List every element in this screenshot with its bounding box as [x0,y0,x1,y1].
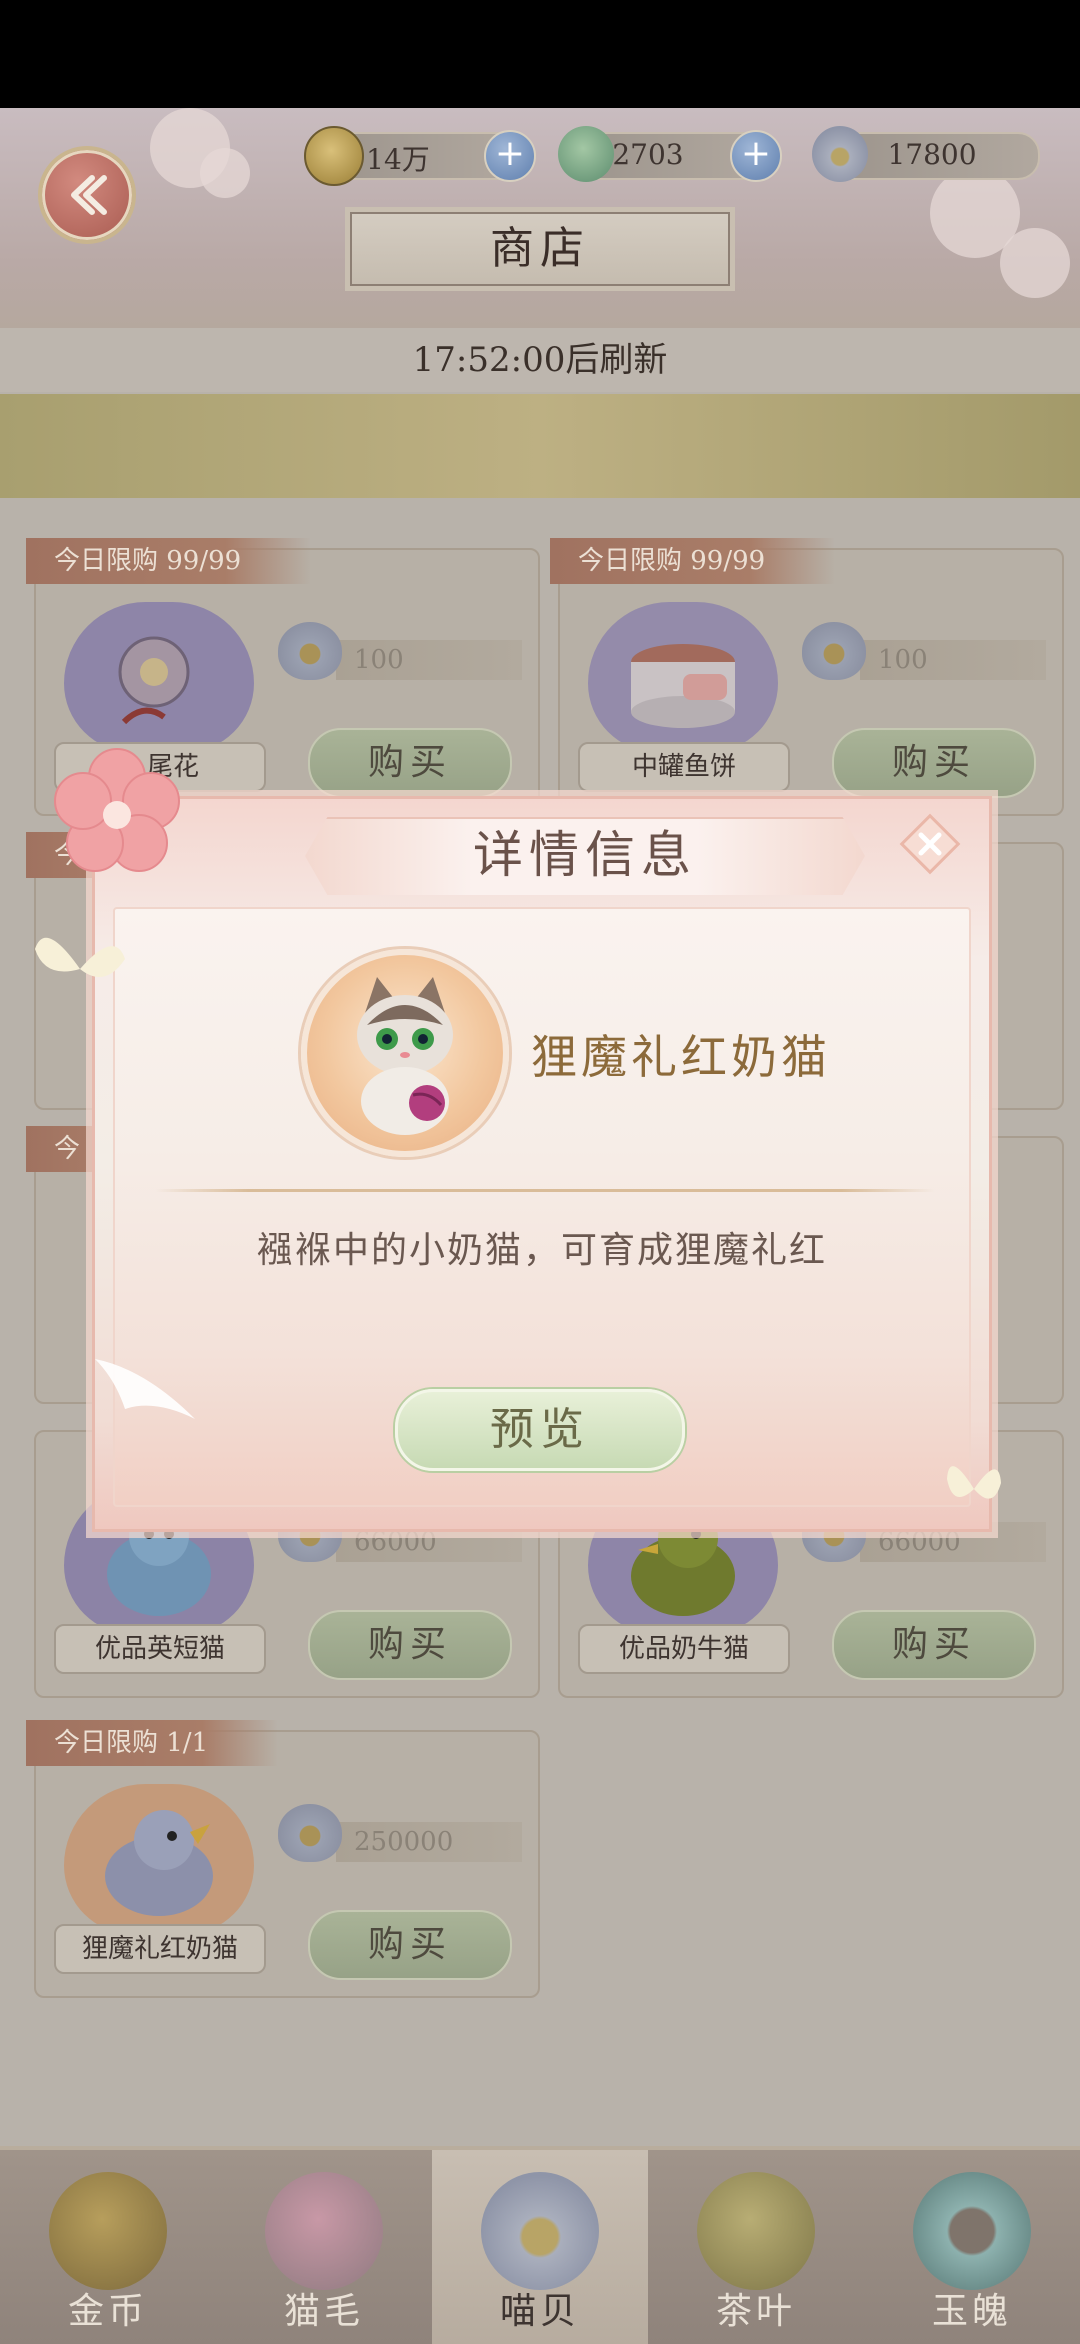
tab-label: 茶叶 [715,2291,796,2332]
currency-shell-value: 17800 [887,138,977,171]
tab-cat-hair[interactable]: 猫毛 [216,2150,432,2344]
buy-button[interactable]: 购买 [308,728,512,798]
paw-coin-icon [49,2172,167,2290]
back-button[interactable] [38,146,136,244]
shop-header: 14万 + 2703 + 17800 商店 [0,108,1080,328]
tab-label: 金币 [67,2291,148,2332]
back-arrow-icon [71,175,107,215]
tab-gold[interactable]: 金币 [0,2150,216,2344]
tab-tea[interactable]: 茶叶 [648,2150,864,2344]
hairpin-icon [118,636,190,725]
currency-cat-hair-value: 2703 [612,138,684,171]
purchase-limit-tag: 今日限购 99/99 [26,538,312,584]
cat-hair-icon [265,2172,383,2290]
shell-icon [802,622,866,680]
tab-jade[interactable]: 玉魄 [864,2150,1080,2344]
detail-dialog: 详情信息 狸魔礼红奶猫 襁褓中的小奶猫，可育成狸魔礼红 预览 [35,748,1001,1532]
item-image [64,1784,254,1934]
shop-banner [0,394,1080,498]
buy-button[interactable]: 购买 [832,728,1036,798]
bottom-tab-bar: 金币 猫毛 喵贝 茶叶 玉魄 [0,2146,1080,2344]
item-image [588,602,778,752]
add-cat-hair-button[interactable]: + [730,130,782,182]
item-price: 100 [860,640,1046,680]
butterfly-icon [947,1466,1001,1499]
item-name: 优品奶牛猫 [578,1624,790,1674]
buy-button[interactable]: 购买 [308,1910,512,1980]
close-button[interactable] [895,809,965,879]
page-title: 商店 [350,212,730,286]
item-image [64,602,254,752]
tab-label: 喵贝 [499,2291,580,2332]
kitten-icon [357,977,453,1135]
currency-shell: 17800 [812,126,1040,182]
butterfly-icon [35,937,125,977]
purchase-limit-tag: 今日限购 1/1 [26,1720,279,1766]
status-bar [0,0,1080,108]
plum-blossom-icon [54,748,180,872]
shell-icon [481,2172,599,2290]
buy-button[interactable]: 购买 [308,1610,512,1680]
tab-shell[interactable]: 喵贝 [432,2150,648,2344]
pet-avatar [301,949,509,1157]
divider [155,1189,935,1192]
tab-label: 玉魄 [931,2291,1012,2332]
item-name: 优品英短猫 [54,1624,266,1674]
fish-can-icon [631,644,735,728]
shop-item-card: 今日限购 1/1 狸魔礼红奶猫 250000 购买 [26,1720,540,1998]
shell-icon [278,1804,342,1862]
purchase-limit-tag: 今日限购 99/99 [550,538,836,584]
currency-gold-value: 14万 [366,143,430,176]
kitten-icon [105,1810,213,1916]
pet-description: 襁褓中的小奶猫，可育成狸魔礼红 [256,1230,827,1271]
blossom-decoration [1000,228,1070,298]
crane-icon [95,1359,195,1419]
blossom-decoration [200,148,250,198]
refresh-timer: 17:52:00后刷新 [0,328,1080,392]
tab-label: 猫毛 [283,2291,364,2332]
item-price: 100 [336,640,522,680]
item-name: 中罐鱼饼 [578,742,790,792]
tea-lock-icon [697,2172,815,2290]
item-price: 250000 [336,1822,522,1862]
currency-gold: 14万 + [304,126,536,186]
jade-disc-icon [913,2172,1031,2290]
add-gold-button[interactable]: + [484,130,536,182]
preview-button[interactable]: 预览 [395,1389,685,1471]
shell-icon [278,622,342,680]
currency-cat-hair: 2703 + [558,126,782,182]
shop-item-card: 今日限购 99/99 中罐鱼饼 100 购买 [550,538,1064,816]
pet-name: 狸魔礼红奶猫 [531,1030,831,1084]
item-name: 狸魔礼红奶猫 [54,1924,266,1974]
dialog-title: 详情信息 [473,826,697,884]
buy-button[interactable]: 购买 [832,1610,1036,1680]
